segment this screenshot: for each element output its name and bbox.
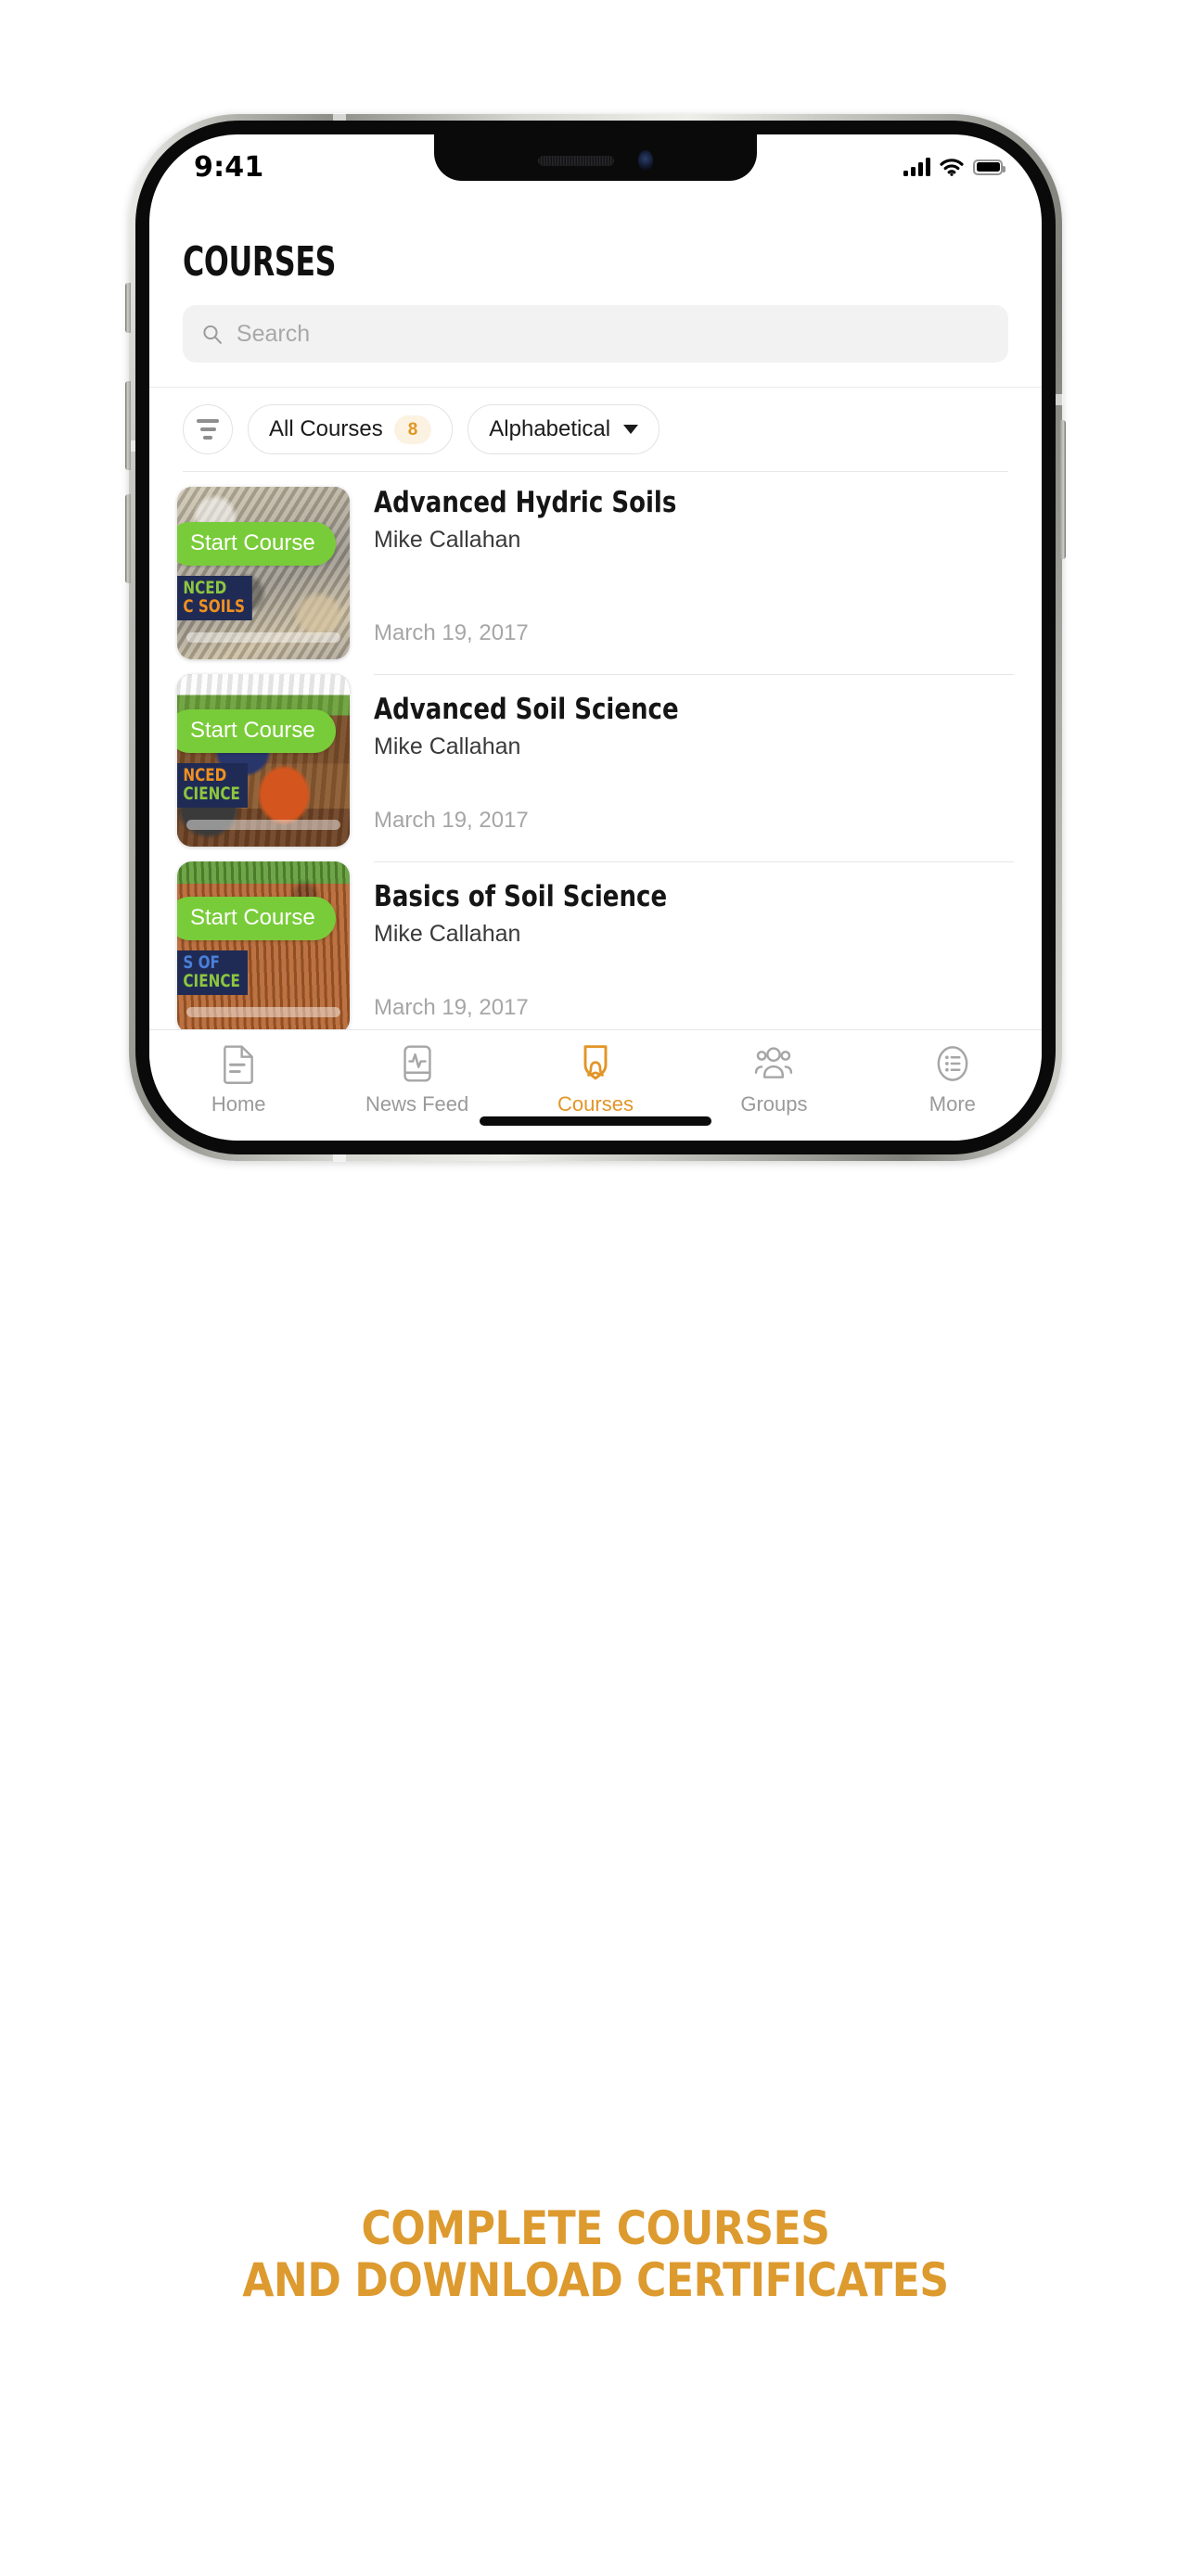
tab-home-label: Home	[211, 1092, 266, 1116]
tab-groups-label: Groups	[740, 1092, 808, 1116]
course-info: Basics of Soil Science Mike Callahan Mar…	[374, 861, 1014, 1029]
course-separator	[374, 861, 1014, 862]
tab-courses[interactable]: Courses	[506, 1043, 685, 1116]
front-camera-icon	[638, 150, 653, 171]
course-thumbnail-image	[177, 861, 350, 1029]
status-bar-time: 9:41	[194, 150, 264, 184]
overlay-line-2: CIENCE	[183, 783, 240, 804]
course-list-item[interactable]: NCED CIENCE Start Course Advanced Soil S…	[149, 659, 1042, 847]
people-group-icon	[755, 1047, 793, 1078]
promo-caption: COMPLETE COURSES AND DOWNLOAD CERTIFICAT…	[0, 2202, 1191, 2306]
tab-news-feed[interactable]: News Feed	[327, 1043, 506, 1116]
signal-bars-icon	[903, 158, 930, 176]
power-button[interactable]	[1060, 420, 1066, 559]
search-icon	[203, 325, 222, 344]
filter-lines-icon[interactable]	[183, 404, 233, 454]
course-thumbnail-title-overlay: S OF CIENCE	[177, 950, 248, 995]
course-progress-bar	[186, 632, 340, 643]
course-date: March 19, 2017	[374, 808, 529, 833]
chip-all-courses-count: 8	[393, 414, 432, 444]
course-date: March 19, 2017	[374, 995, 529, 1020]
earpiece-speaker-icon	[538, 155, 614, 166]
course-thumbnail-title-overlay: NCED CIENCE	[177, 763, 248, 808]
chip-sort-label: Alphabetical	[489, 416, 611, 441]
course-thumbnail[interactable]: S OF CIENCE Start Course	[177, 861, 350, 1029]
phone-mockup: 9:41 COURSES Search All Courses 8 Alphab…	[125, 113, 1066, 1162]
wifi-icon	[940, 159, 964, 176]
search-bar[interactable]	[183, 305, 1008, 363]
chip-all-courses-label: All Courses	[269, 416, 383, 441]
course-progress-bar	[186, 1007, 340, 1017]
tab-home[interactable]: Home	[149, 1043, 327, 1116]
chip-sort-alphabetical[interactable]: Alphabetical	[467, 404, 660, 454]
volume-up-button[interactable]	[125, 381, 131, 470]
antenna-band-right	[1055, 394, 1063, 405]
status-bar-icons	[903, 158, 1005, 176]
course-author: Mike Callahan	[374, 527, 521, 554]
home-indicator[interactable]	[480, 1116, 711, 1126]
overlay-line-2: CIENCE	[183, 970, 240, 991]
antenna-band-bottom	[333, 1154, 346, 1162]
ribbon-award-icon	[583, 1045, 608, 1080]
course-author: Mike Callahan	[374, 921, 521, 948]
course-info: Advanced Soil Science Mike Callahan Marc…	[374, 674, 1014, 847]
search-input[interactable]	[236, 320, 990, 348]
course-progress-bar	[186, 820, 340, 830]
promo-caption-line-2: AND DOWNLOAD CERTIFICATES	[242, 2253, 949, 2307]
volume-down-button[interactable]	[125, 494, 131, 583]
course-thumbnail[interactable]: NCED C SOILS Start Course	[177, 487, 350, 659]
course-title: Basics of Soil Science	[374, 880, 668, 913]
app-root: COURSES All Courses 8	[149, 134, 1042, 1141]
chip-all-courses[interactable]: All Courses 8	[248, 404, 454, 454]
course-list-item[interactable]: NCED C SOILS Start Course Advanced Hydri…	[149, 472, 1042, 659]
course-info: Advanced Hydric Soils Mike Callahan Marc…	[374, 487, 1014, 659]
start-course-button[interactable]: Start Course	[177, 897, 336, 940]
tab-courses-label: Courses	[557, 1092, 634, 1116]
course-date: March 19, 2017	[374, 620, 529, 645]
phone-screen: 9:41 COURSES Search All Courses 8 Alphab…	[149, 134, 1042, 1141]
mute-switch-button[interactable]	[125, 283, 131, 333]
course-title: Advanced Soil Science	[374, 693, 679, 726]
tab-news-feed-label: News Feed	[365, 1092, 469, 1116]
course-title: Advanced Hydric Soils	[374, 486, 677, 519]
course-thumbnail-title-overlay: NCED C SOILS	[177, 576, 253, 620]
document-icon	[224, 1045, 254, 1084]
tab-more[interactable]: More	[864, 1043, 1042, 1116]
course-list[interactable]: NCED C SOILS Start Course Advanced Hydri…	[149, 472, 1042, 1029]
tab-more-label: More	[928, 1092, 976, 1116]
start-course-button[interactable]: Start Course	[177, 522, 336, 566]
chevron-down-icon	[623, 425, 639, 434]
promo-caption-line-1: COMPLETE COURSES	[361, 2201, 830, 2255]
overlay-line-2: C SOILS	[183, 595, 246, 617]
page-title: COURSES	[183, 238, 337, 286]
list-circle-icon	[937, 1046, 968, 1081]
start-course-button[interactable]: Start Course	[177, 709, 336, 753]
notch	[434, 134, 757, 181]
battery-full-icon	[973, 159, 1005, 175]
filter-row: All Courses 8 Alphabetical	[149, 388, 1042, 471]
pulse-phone-icon	[403, 1045, 431, 1082]
course-thumbnail[interactable]: NCED CIENCE Start Course	[177, 674, 350, 847]
course-author: Mike Callahan	[374, 733, 521, 760]
course-list-item[interactable]: S OF CIENCE Start Course Basics of Soil …	[149, 847, 1042, 1029]
tab-groups[interactable]: Groups	[685, 1043, 863, 1116]
antenna-band-top	[333, 113, 346, 121]
course-separator	[374, 674, 1014, 675]
